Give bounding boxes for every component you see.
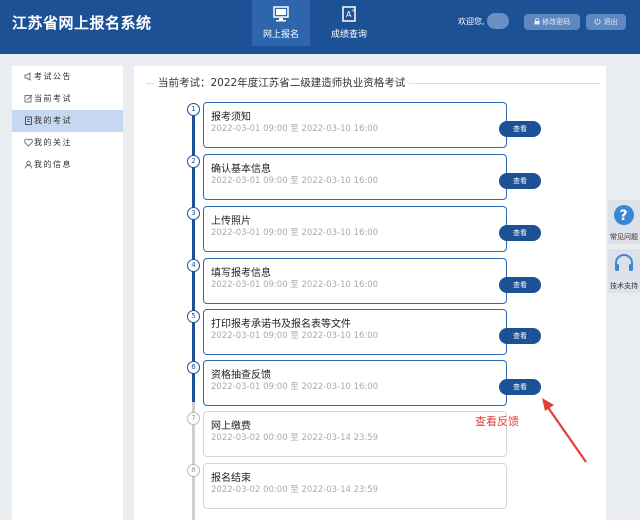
step-number: 4 bbox=[187, 259, 200, 272]
step-card-registration-end: 报名结束 2022-03-02 00:00 至 2022-03-14 23:59 bbox=[203, 463, 507, 509]
view-button[interactable]: 查看 bbox=[499, 121, 541, 137]
step-name: 上传照片 bbox=[211, 216, 251, 227]
monitor-icon bbox=[273, 6, 289, 22]
app-title: 江苏省网上报名系统 bbox=[12, 14, 152, 32]
megaphone-icon bbox=[24, 72, 31, 81]
sidebar-item-label: 我的考试 bbox=[34, 116, 72, 125]
annotation-arrow-icon bbox=[542, 398, 587, 463]
step-number: 5 bbox=[187, 310, 200, 323]
sidebar-item-label: 考试公告 bbox=[34, 72, 72, 81]
change-password-label: 修改密码 bbox=[542, 18, 571, 26]
step-number: 2 bbox=[187, 155, 200, 168]
step-date: 2022-03-02 00:00 至 2022-03-14 23:59 bbox=[211, 433, 379, 443]
step-name: 打印报考承诺书及报名表等文件 bbox=[211, 319, 351, 330]
faq-label: 常见问题 bbox=[610, 233, 638, 241]
step-name: 填写报考信息 bbox=[211, 268, 271, 279]
sidebar-item-my-follows[interactable]: 我的关注 bbox=[12, 132, 123, 154]
step-date: 2022-03-01 09:00 至 2022-03-10 16:00 bbox=[211, 124, 379, 134]
sidebar-item-my-exams[interactable]: 我的考试 bbox=[12, 110, 123, 132]
sidebar: 考试公告 当前考试 我的考试 我的关注 我的信息 bbox=[12, 66, 123, 520]
support-float-button[interactable]: 技术支持 bbox=[608, 249, 640, 293]
avatar[interactable] bbox=[487, 13, 509, 29]
sidebar-item-label: 我的信息 bbox=[34, 160, 72, 169]
view-button[interactable]: 查看 bbox=[499, 225, 541, 241]
step-date: 2022-03-02 00:00 至 2022-03-14 23:59 bbox=[211, 485, 379, 495]
step-name: 网上缴费 bbox=[211, 421, 251, 432]
step-name: 报考须知 bbox=[211, 112, 251, 123]
step-date: 2022-03-01 09:00 至 2022-03-10 16:00 bbox=[211, 331, 379, 341]
step-name: 资格抽查反馈 bbox=[211, 370, 271, 381]
logout-button[interactable]: 退出 bbox=[586, 14, 626, 30]
welcome-text: 欢迎您, bbox=[458, 17, 485, 26]
view-button[interactable]: 查看 bbox=[499, 379, 541, 395]
step-date: 2022-03-01 09:00 至 2022-03-10 16:00 bbox=[211, 382, 379, 392]
step-card-fill-info: 填写报考信息 2022-03-01 09:00 至 2022-03-10 16:… bbox=[203, 258, 541, 304]
power-icon bbox=[594, 18, 601, 25]
step-card-confirm-info: 确认基本信息 2022-03-01 09:00 至 2022-03-10 16:… bbox=[203, 154, 541, 200]
step-date: 2022-03-01 09:00 至 2022-03-10 16:00 bbox=[211, 228, 379, 238]
step-card-exam-notice: 报考须知 2022-03-01 09:00 至 2022-03-10 16:00… bbox=[203, 102, 541, 148]
heart-icon bbox=[24, 138, 33, 147]
tab-label: 网上报名 bbox=[262, 30, 299, 40]
change-password-button[interactable]: 修改密码 bbox=[524, 14, 580, 30]
top-bar: 江苏省网上报名系统 网上报名 A + 成绩查询 欢迎您, 修改密码 退出 bbox=[0, 0, 640, 54]
step-number: 8 bbox=[187, 464, 200, 477]
lock-icon bbox=[534, 18, 540, 25]
view-button[interactable]: 查看 bbox=[499, 173, 541, 189]
tab-label: 成绩查询 bbox=[330, 30, 367, 40]
current-exam-title: 当前考试：2022年度江苏省二级建造师执业资格考试 bbox=[154, 75, 410, 90]
step-card-upload-photo: 上传照片 2022-03-01 09:00 至 2022-03-10 16:00… bbox=[203, 206, 541, 252]
step-card-online-payment: 网上缴费 2022-03-02 00:00 至 2022-03-14 23:59 bbox=[203, 411, 507, 457]
sidebar-item-announcements[interactable]: 考试公告 bbox=[12, 66, 123, 88]
sidebar-item-label: 当前考试 bbox=[34, 94, 72, 103]
tab-score-query[interactable]: A + 成绩查询 bbox=[320, 0, 378, 46]
headset-icon bbox=[615, 254, 633, 271]
logout-label: 退出 bbox=[603, 18, 618, 26]
view-button[interactable]: 查看 bbox=[499, 328, 541, 344]
grade-icon: A + bbox=[342, 6, 356, 22]
svg-text:+: + bbox=[351, 8, 355, 14]
step-number: 1 bbox=[187, 103, 200, 116]
question-icon: ? bbox=[614, 205, 634, 225]
user-icon bbox=[24, 160, 33, 169]
support-label: 技术支持 bbox=[610, 282, 638, 290]
step-date: 2022-03-01 09:00 至 2022-03-10 16:00 bbox=[211, 176, 379, 186]
step-card-qualification-feedback: 资格抽查反馈 2022-03-01 09:00 至 2022-03-10 16:… bbox=[203, 360, 541, 406]
step-number: 6 bbox=[187, 361, 200, 374]
sidebar-item-current-exam[interactable]: 当前考试 bbox=[12, 88, 123, 110]
sidebar-item-label: 我的关注 bbox=[34, 138, 72, 147]
step-name: 确认基本信息 bbox=[211, 164, 271, 175]
faq-float-button[interactable]: ? 常见问题 bbox=[608, 200, 640, 244]
step-number: 7 bbox=[187, 412, 200, 425]
sidebar-item-my-info[interactable]: 我的信息 bbox=[12, 154, 123, 176]
document-icon bbox=[25, 116, 32, 125]
svg-text:?: ? bbox=[620, 208, 628, 224]
step-card-print-documents: 打印报考承诺书及报名表等文件 2022-03-01 09:00 至 2022-0… bbox=[203, 309, 541, 355]
tab-online-registration[interactable]: 网上报名 bbox=[252, 0, 310, 46]
step-date: 2022-03-01 09:00 至 2022-03-10 16:00 bbox=[211, 280, 379, 290]
view-button[interactable]: 查看 bbox=[499, 277, 541, 293]
timeline-line bbox=[192, 106, 195, 402]
step-name: 报名结束 bbox=[211, 473, 251, 484]
annotation-text: 查看反馈 bbox=[475, 415, 519, 428]
edit-icon bbox=[24, 94, 33, 103]
step-number: 3 bbox=[187, 207, 200, 220]
